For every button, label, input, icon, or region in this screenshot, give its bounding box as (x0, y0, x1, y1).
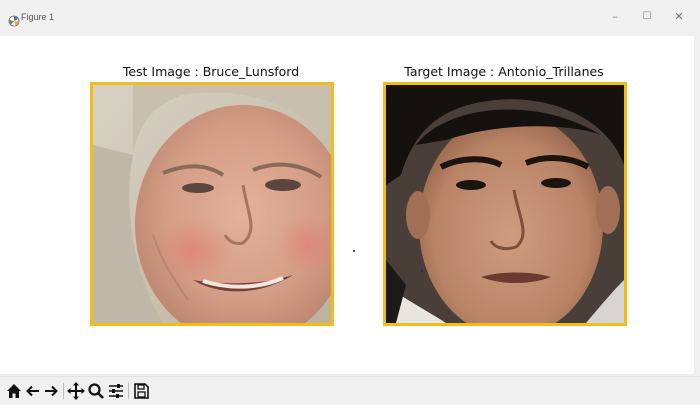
figure-canvas[interactable]: Test Image : Bruce_Lunsford Target Image… (0, 36, 694, 374)
toolbar-separator (128, 383, 129, 399)
pan-icon[interactable] (67, 381, 85, 401)
window-title: Figure 1 (21, 12, 55, 22)
configure-subplots-icon[interactable] (107, 381, 125, 401)
save-icon[interactable] (132, 381, 150, 401)
test-image (90, 82, 334, 326)
forward-arrow-icon[interactable] (42, 381, 60, 401)
home-icon[interactable] (5, 381, 23, 401)
back-arrow-icon[interactable] (24, 381, 42, 401)
minimize-button[interactable]: – (600, 6, 630, 28)
stray-point (421, 270, 423, 272)
title-bar: Figure 1 – ☐ ✕ (0, 0, 700, 36)
zoom-icon[interactable] (87, 381, 105, 401)
stray-point (353, 250, 355, 252)
target-image-title: Target Image : Antonio_Trillanes (404, 64, 604, 79)
figure-window: Figure 1 – ☐ ✕ Test Image : Bruce_Lunsfo… (0, 0, 700, 405)
target-image (383, 82, 627, 326)
test-image-title: Test Image : Bruce_Lunsford (122, 64, 300, 79)
navigation-toolbar (0, 376, 700, 405)
toolbar-separator (63, 383, 64, 399)
close-button[interactable]: ✕ (664, 6, 694, 28)
matplotlib-logo-icon (8, 12, 20, 27)
maximize-button[interactable]: ☐ (632, 6, 662, 28)
